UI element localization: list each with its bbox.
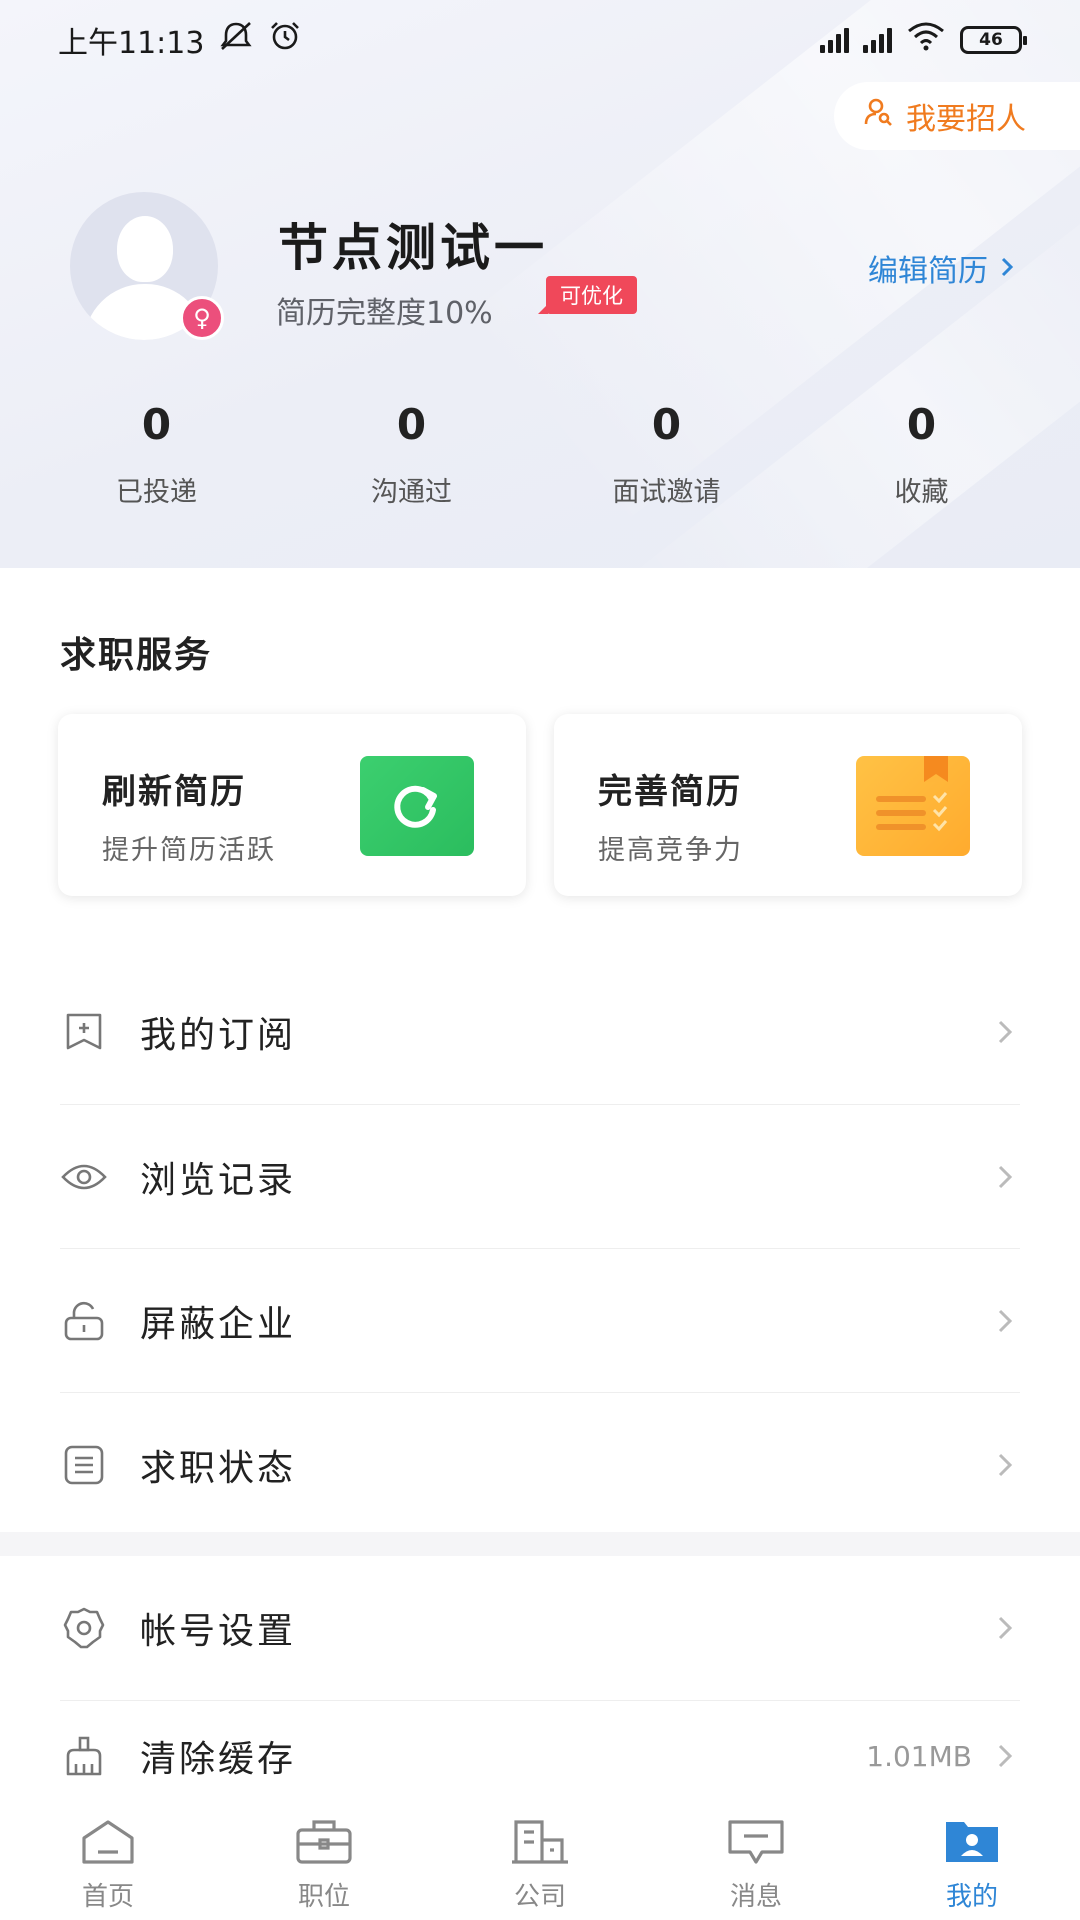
- eye-icon: [60, 1153, 108, 1201]
- menu-item-blocked-companies[interactable]: 屏蔽企业: [60, 1249, 1020, 1393]
- bottom-tab-bar: 首页 职位 公司 消息 我的: [0, 1808, 1080, 1920]
- unlock-icon: [60, 1297, 108, 1345]
- resume-book-icon: [856, 756, 970, 856]
- bookmark-icon: [60, 1008, 108, 1056]
- menu-item-label: 浏览记录: [140, 1160, 297, 1201]
- tab-label: 首页: [81, 1882, 134, 1912]
- refresh-icon: [360, 756, 474, 856]
- chevron-right-icon: [990, 1019, 1020, 1045]
- stat-label: 收藏: [894, 477, 949, 508]
- tab-companies[interactable]: 公司: [432, 1808, 648, 1920]
- list-icon: [60, 1441, 108, 1489]
- broom-icon: [60, 1732, 108, 1780]
- stats-row: 0 已投递 0 沟通过 0 面试邀请 0 收藏: [0, 400, 1080, 509]
- chevron-right-icon: [990, 1164, 1020, 1190]
- status-time: 上午11:13: [58, 26, 205, 61]
- user-name: 节点测试一: [278, 219, 548, 277]
- mute-icon: [218, 20, 254, 60]
- tab-label: 公司: [513, 1882, 566, 1912]
- chevron-right-icon: [990, 1743, 1020, 1769]
- edit-resume-label: 编辑简历: [868, 254, 988, 289]
- menu-item-label: 清除缓存: [140, 1739, 297, 1780]
- menu-item-label: 求职状态: [140, 1448, 297, 1489]
- stat-label: 沟通过: [371, 477, 452, 508]
- tab-jobs[interactable]: 职位: [216, 1808, 432, 1920]
- person-search-icon: [864, 97, 894, 135]
- avatar[interactable]: ♀: [58, 192, 230, 340]
- chevron-right-icon: [990, 1308, 1020, 1334]
- building-icon: [510, 1818, 570, 1870]
- refresh-resume-card[interactable]: 刷新简历 提升简历活跃: [58, 714, 526, 896]
- stat-communicated[interactable]: 0 沟通过: [284, 400, 539, 509]
- card-title: 完善简历: [598, 772, 742, 812]
- chevron-right-icon: [990, 1452, 1020, 1478]
- menu-item-subscriptions[interactable]: 我的订阅: [60, 960, 1020, 1104]
- recruit-label: 我要招人: [906, 102, 1026, 137]
- stat-favorites[interactable]: 0 收藏: [794, 400, 1049, 509]
- menu-item-job-status[interactable]: 求职状态: [60, 1393, 1020, 1537]
- stat-label: 已投递: [116, 477, 197, 508]
- stat-applied[interactable]: 0 已投递: [29, 400, 284, 509]
- tab-label: 职位: [297, 1882, 350, 1912]
- card-subtitle: 提高竞争力: [598, 835, 743, 866]
- card-title: 刷新简历: [102, 772, 246, 812]
- status-bar: 上午11:13 46: [0, 0, 1080, 80]
- battery-indicator: 46: [960, 26, 1027, 54]
- profile-icon: [942, 1818, 1002, 1870]
- tab-label: 消息: [729, 1882, 782, 1912]
- stat-value: 0: [141, 400, 172, 449]
- menu-item-label: 我的订阅: [140, 1015, 297, 1056]
- menu-item-clear-cache[interactable]: 清除缓存 1.01MB: [60, 1701, 1020, 1811]
- cache-size: 1.01MB: [866, 1739, 972, 1773]
- wifi-icon: [906, 21, 946, 59]
- optimize-badge: 可优化: [538, 276, 637, 314]
- tab-messages[interactable]: 消息: [648, 1808, 864, 1920]
- stat-value: 0: [651, 400, 682, 449]
- menu-item-history[interactable]: 浏览记录: [60, 1105, 1020, 1249]
- chevron-right-icon: [1000, 251, 1014, 286]
- stat-value: 0: [396, 400, 427, 449]
- stat-label: 面试邀请: [612, 477, 721, 508]
- signal-icon: [863, 27, 892, 53]
- menu-item-account-settings[interactable]: 帐号设置: [60, 1556, 1020, 1700]
- alarm-icon: [268, 20, 302, 60]
- signal-icon: [820, 27, 849, 53]
- tab-home[interactable]: 首页: [0, 1808, 216, 1920]
- message-icon: [726, 1818, 786, 1870]
- tab-profile[interactable]: 我的: [864, 1808, 1080, 1920]
- chevron-right-icon: [990, 1615, 1020, 1641]
- tab-label: 我的: [945, 1882, 998, 1912]
- stat-value: 0: [906, 400, 937, 449]
- stat-interviews[interactable]: 0 面试邀请: [539, 400, 794, 509]
- female-icon: ♀: [180, 296, 224, 340]
- services-title: 求职服务: [60, 635, 213, 676]
- resume-completeness: 简历完整度10%: [276, 296, 493, 331]
- complete-resume-card[interactable]: 完善简历 提高竞争力: [554, 714, 1022, 896]
- briefcase-icon: [294, 1818, 354, 1870]
- home-icon: [80, 1818, 136, 1870]
- menu-item-label: 屏蔽企业: [140, 1304, 297, 1345]
- recruit-button[interactable]: 我要招人: [834, 82, 1080, 150]
- menu-item-label: 帐号设置: [140, 1611, 297, 1652]
- gear-icon: [60, 1604, 108, 1652]
- section-gap: [0, 1532, 1080, 1556]
- card-subtitle: 提升简历活跃: [102, 835, 276, 866]
- edit-resume-link[interactable]: 编辑简历: [868, 246, 1014, 290]
